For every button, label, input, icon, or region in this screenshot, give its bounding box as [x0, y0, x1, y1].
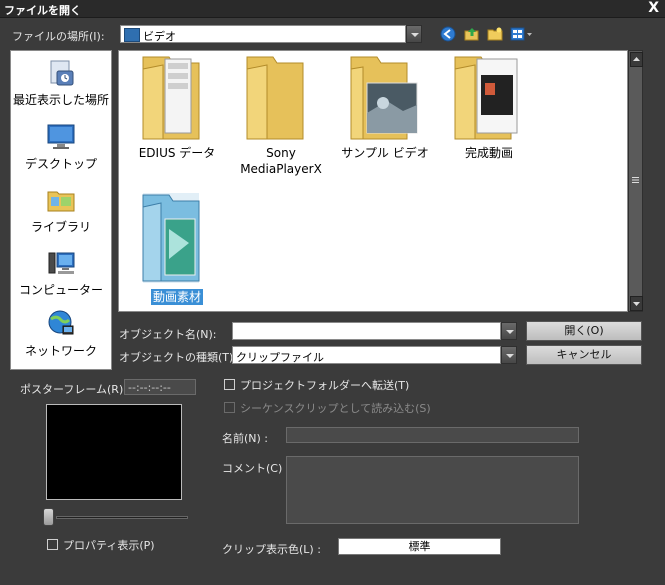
library-icon — [47, 191, 75, 212]
sidebar-item-label: コンピューター — [18, 283, 103, 297]
name-field[interactable] — [286, 427, 579, 443]
folder-item-sample-videos[interactable]: サンプル ビデオ — [331, 53, 439, 161]
location-combo[interactable]: ビデオ — [120, 25, 406, 43]
object-type-select[interactable]: クリップファイル — [232, 346, 501, 364]
properties-label: プロパティ表示(P) — [63, 539, 155, 552]
transfer-label: プロジェクトフォルダーへ転送(T) — [240, 379, 410, 392]
sidebar-item-recent[interactable]: 最近表示した場所 — [11, 57, 111, 108]
folder-label: EDIUS データ — [138, 146, 216, 160]
sidebar-item-label: ライブラリ — [30, 220, 91, 234]
comment-label: コメント(C) : — [222, 462, 290, 475]
window-title: ファイルを開く — [4, 4, 81, 17]
sidebar-item-network[interactable]: ネットワーク — [11, 308, 111, 359]
folder-icon — [350, 56, 418, 140]
location-label: ファイルの場所(I): — [12, 30, 105, 43]
sidebar-item-library[interactable]: ライブラリ — [11, 184, 111, 235]
location-dropdown-button[interactable] — [406, 25, 422, 43]
preview-slider-track[interactable] — [56, 516, 188, 519]
places-sidebar: 最近表示した場所 デスクトップ ライブラリ コンピューター ネットワーク — [10, 50, 112, 370]
object-name-input[interactable] — [232, 322, 501, 340]
cancel-button[interactable]: キャンセル — [526, 345, 642, 365]
folder-item-edius-data[interactable]: EDIUS データ — [123, 53, 231, 161]
transfer-checkbox[interactable] — [224, 379, 235, 390]
name-label: 名前(N) : — [222, 432, 269, 445]
folder-item-sony-mediaplayerx[interactable]: Sony MediaPlayerX — [227, 53, 335, 177]
object-type-value: クリップファイル — [236, 351, 324, 364]
scroll-up-button[interactable] — [630, 52, 643, 67]
object-type-dropdown-button[interactable] — [501, 346, 517, 364]
video-library-icon — [124, 28, 140, 42]
file-list-scrollbar[interactable] — [628, 50, 643, 312]
folder-icon — [246, 56, 304, 140]
folder-label: Sony MediaPlayerX — [240, 146, 322, 176]
poster-frame-label: ポスターフレーム(R) : — [20, 383, 131, 396]
poster-timecode-value: --:--:--:-- — [128, 381, 171, 394]
folder-label: 完成動画 — [464, 146, 513, 160]
back-icon[interactable] — [440, 26, 458, 42]
folder-icon — [142, 56, 200, 140]
computer-icon — [48, 252, 75, 274]
sidebar-item-label: デスクトップ — [24, 157, 97, 171]
preview-window — [46, 404, 182, 500]
folder-icon — [454, 56, 518, 140]
folder-label: 動画素材 — [150, 289, 203, 305]
folder-item-video-materials[interactable]: 動画素材 — [123, 189, 231, 305]
open-button[interactable]: 開く(O) — [526, 321, 642, 341]
object-type-label: オブジェクトの種類(T): — [119, 351, 238, 364]
properties-checkbox[interactable] — [47, 539, 58, 550]
view-menu-icon[interactable] — [510, 26, 534, 42]
sidebar-item-computer[interactable]: コンピューター — [11, 247, 111, 298]
clip-color-button[interactable]: 標準 — [338, 538, 501, 555]
location-value: ビデオ — [143, 30, 176, 43]
close-button[interactable]: X — [648, 1, 659, 15]
sequence-clip-label: シーケンスクリップとして読み込む(S) — [240, 402, 431, 415]
title-bar: ファイルを開く X — [0, 0, 665, 18]
sidebar-item-label: 最近表示した場所 — [12, 93, 109, 107]
folder-label: サンプル ビデオ — [341, 146, 429, 160]
sidebar-item-desktop[interactable]: デスクトップ — [11, 121, 111, 172]
scroll-down-button[interactable] — [630, 296, 643, 311]
new-folder-icon[interactable] — [487, 26, 505, 42]
object-name-label: オブジェクト名(N): — [119, 328, 217, 341]
recent-places-icon — [50, 60, 74, 86]
up-folder-icon[interactable] — [464, 26, 482, 42]
object-name-dropdown-button[interactable] — [501, 322, 517, 340]
clip-color-label: クリップ表示色(L) : — [222, 543, 321, 556]
file-list: EDIUS データ Sony MediaPlayerX サンプル ビデオ 完成動… — [118, 50, 628, 312]
desktop-icon — [47, 124, 75, 149]
preview-slider-thumb[interactable] — [43, 508, 54, 526]
sidebar-item-label: ネットワーク — [24, 344, 97, 358]
network-icon — [48, 310, 74, 335]
poster-timecode: --:--:--:-- — [124, 379, 196, 395]
comment-field[interactable] — [286, 456, 579, 524]
sequence-clip-checkbox[interactable] — [224, 402, 235, 413]
scroll-grip-icon[interactable] — [631, 175, 640, 185]
folder-icon — [142, 193, 200, 283]
folder-item-finished-videos[interactable]: 完成動画 — [435, 53, 543, 161]
